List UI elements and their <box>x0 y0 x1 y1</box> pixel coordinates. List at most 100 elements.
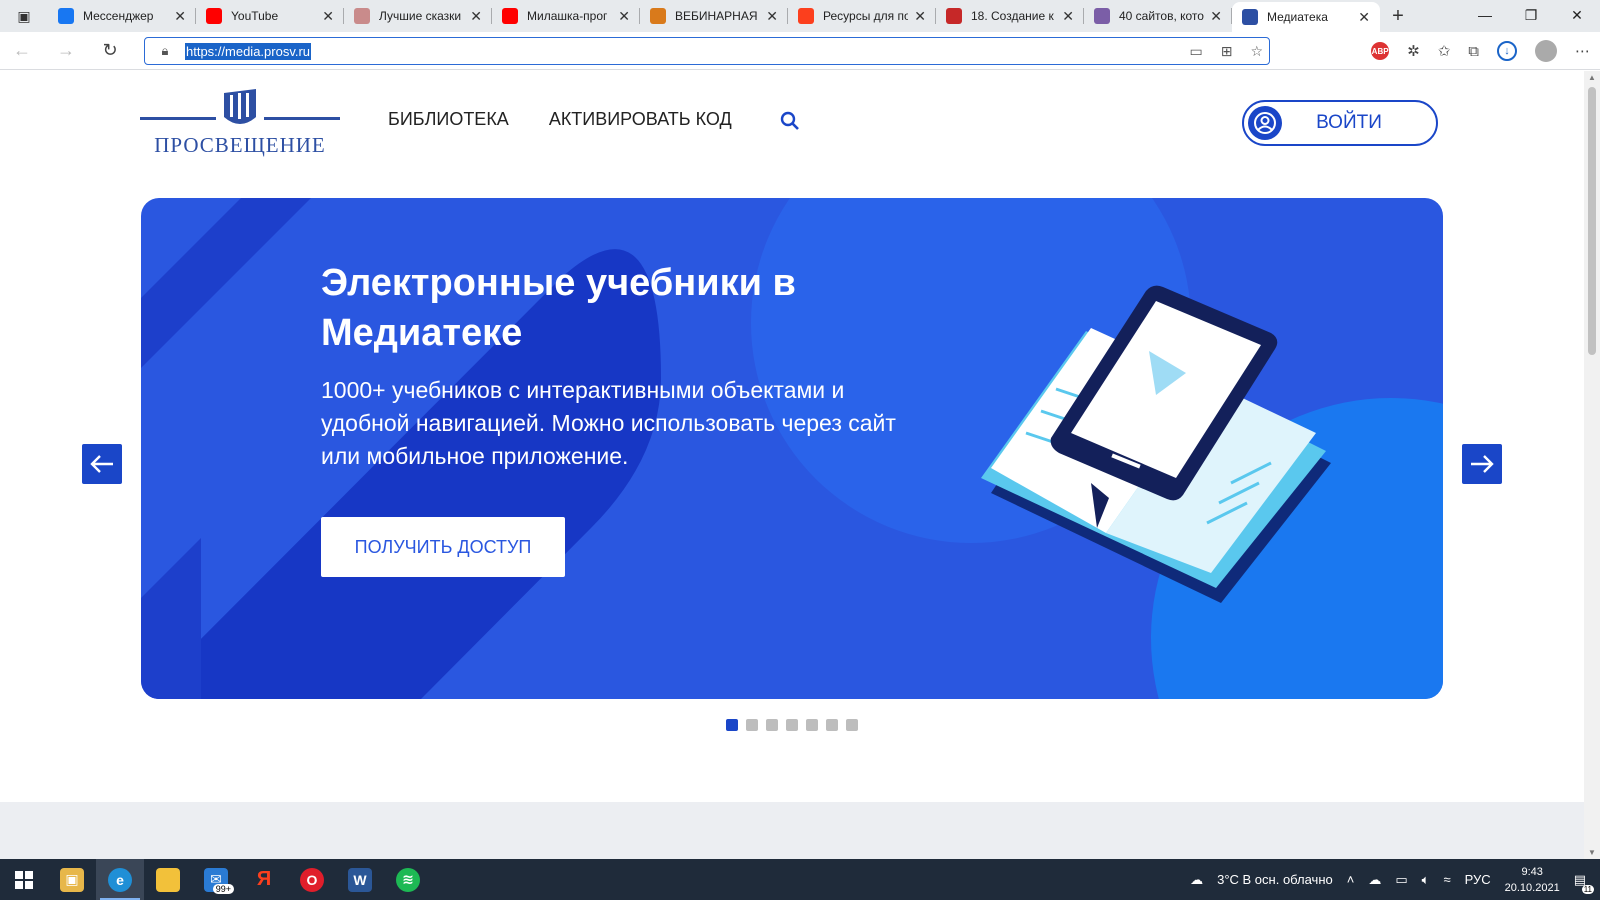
close-tab-icon[interactable]: ✕ <box>322 8 334 25</box>
browser-tab[interactable]: Медиатека ✕ <box>1232 2 1380 32</box>
edge-icon: e <box>108 867 132 892</box>
close-tab-icon[interactable]: ✕ <box>1210 8 1222 25</box>
slider-dot[interactable] <box>726 719 738 731</box>
taskbar-edge[interactable]: e <box>96 859 144 900</box>
new-tab-button[interactable]: + <box>1380 0 1416 32</box>
slider-dot[interactable] <box>766 719 778 731</box>
taskbar-store[interactable]: ▣ <box>48 859 96 900</box>
lock-icon[interactable]: 🔒︎ <box>145 43 185 59</box>
close-tab-icon[interactable]: ✕ <box>174 8 186 25</box>
mail-badge: 99+ <box>212 884 234 894</box>
store-icon: ▣ <box>60 867 84 892</box>
close-tab-icon[interactable]: ✕ <box>766 8 778 25</box>
taskbar-yandex[interactable]: Я <box>240 859 288 900</box>
downloads-icon[interactable]: ↓ <box>1497 41 1517 61</box>
tray-chevron-icon[interactable]: ˄ <box>1347 872 1355 887</box>
notification-count: 11 <box>1581 884 1594 894</box>
language-indicator[interactable]: РУС <box>1465 872 1491 887</box>
youtube-icon <box>206 8 222 24</box>
banner-subtitle: 1000+ учебников с интерактивными объекта… <box>321 377 896 469</box>
slider-next-button[interactable] <box>1462 444 1502 484</box>
address-field[interactable]: 🔒︎ https://media.prosv.ru ▭ ⊞ ☆ <box>144 37 1270 65</box>
yandex-icon: Я <box>256 868 272 890</box>
browser-tab[interactable]: 40 сайтов, кото ✕ <box>1084 0 1232 32</box>
scroll-down-icon[interactable]: ▼ <box>1588 848 1596 857</box>
user-icon <box>1248 106 1282 140</box>
clock[interactable]: 9:43 20.10.2021 <box>1505 864 1560 896</box>
logo-emblem-icon <box>140 89 340 124</box>
scroll-up-icon[interactable]: ▲ <box>1588 73 1596 82</box>
close-tab-icon[interactable]: ✕ <box>470 8 482 25</box>
logo-text: ПРОСВЕЩЕНИЕ <box>154 133 326 157</box>
notifications-icon[interactable]: ▤ 11 <box>1574 872 1594 894</box>
add-favorite-icon[interactable]: ☆ <box>1250 43 1263 60</box>
window-controls: — ❐ ✕ <box>1462 0 1600 30</box>
tab-title: Медиатека <box>1267 10 1328 24</box>
close-tab-icon[interactable]: ✕ <box>618 8 630 25</box>
browser-tab[interactable]: Милашка-прог ✕ <box>492 0 640 32</box>
onedrive-icon[interactable]: ☁ <box>1368 872 1381 888</box>
page-scrollbar[interactable]: ▲ ▼ <box>1584 71 1600 859</box>
refresh-button[interactable]: ↻ <box>88 32 132 70</box>
forward-button[interactable]: → <box>44 32 88 70</box>
taskbar-spotify[interactable]: ≋ <box>384 859 432 900</box>
login-button[interactable]: ВОЙТИ <box>1242 100 1438 146</box>
clock-date: 20.10.2021 <box>1504 881 1560 894</box>
url-text[interactable]: https://media.prosv.ru <box>185 42 312 60</box>
get-access-button[interactable]: ПОЛУЧИТЬ ДОСТУП <box>321 517 565 577</box>
taskbar-word[interactable]: W <box>336 859 384 900</box>
taskbar-explorer[interactable] <box>144 859 192 900</box>
hero-banner: Электронные учебники в Медиатеке 1000+ у… <box>141 198 1443 699</box>
prosv-logo[interactable]: ПРОСВЕЩЕНИЕ <box>140 87 340 159</box>
collections-icon[interactable]: ⧉ <box>1468 43 1479 60</box>
next-section <box>0 802 1584 859</box>
extensions-icon[interactable]: ✲ <box>1407 42 1420 60</box>
volume-icon[interactable]: 🔈︎ <box>1422 872 1430 888</box>
minimize-icon[interactable]: — <box>1462 0 1508 30</box>
browser-tab[interactable]: Лучшие сказки ✕ <box>344 0 492 32</box>
opera-icon: O <box>300 867 324 892</box>
adblock-icon[interactable]: ABP <box>1371 42 1390 60</box>
scrollbar-thumb[interactable] <box>1588 87 1596 355</box>
taskbar-mail[interactable]: ✉ 99+ <box>192 859 240 900</box>
tab-title: Ресурсы для по <box>823 9 909 23</box>
profile-avatar[interactable] <box>1535 40 1557 62</box>
web-page: ПРОСВЕЩЕНИЕ БИБЛИОТЕКА АКТИВИРОВАТЬ КОД … <box>0 71 1584 859</box>
close-tab-icon[interactable]: ✕ <box>914 8 926 25</box>
weather-text[interactable]: 3°C В осн. облачно <box>1217 872 1333 887</box>
nav-library-link[interactable]: БИБЛИОТЕКА <box>388 109 509 130</box>
read-aloud-icon[interactable]: ▭ <box>1189 43 1202 60</box>
apps-icon[interactable]: ⊞ <box>1221 43 1233 60</box>
favorites-icon[interactable]: ✩ <box>1438 42 1451 60</box>
close-tab-icon[interactable]: ✕ <box>1062 8 1074 25</box>
phone-book-illustration <box>981 285 1331 603</box>
slider-dot[interactable] <box>786 719 798 731</box>
slider-prev-button[interactable] <box>82 444 122 484</box>
site-icon <box>1094 8 1110 24</box>
slider-dot[interactable] <box>806 719 818 731</box>
nav-activate-code-link[interactable]: АКТИВИРОВАТЬ КОД <box>549 109 732 130</box>
tab-actions-icon[interactable]: ▣ <box>0 0 48 32</box>
browser-tab[interactable]: Мессенджер ✕ <box>48 0 196 32</box>
battery-icon[interactable]: ▭ <box>1395 872 1407 888</box>
address-toolbar: ← → ↻ 🔒︎ https://media.prosv.ru ▭ ⊞ ☆ AB… <box>0 32 1600 70</box>
browser-tab[interactable]: Ресурсы для по ✕ <box>788 0 936 32</box>
back-button[interactable]: ← <box>0 32 44 70</box>
slider-dot[interactable] <box>746 719 758 731</box>
close-tab-icon[interactable]: ✕ <box>1358 9 1370 26</box>
search-icon[interactable] <box>780 111 800 136</box>
webinar-icon <box>650 8 666 24</box>
more-menu-icon[interactable]: ⋯ <box>1575 42 1590 60</box>
tab-title: YouTube <box>231 9 279 23</box>
close-window-icon[interactable]: ✕ <box>1554 0 1600 30</box>
restore-icon[interactable]: ❐ <box>1508 0 1554 30</box>
weather-icon[interactable]: ☁ <box>1190 872 1203 888</box>
taskbar-opera[interactable]: O <box>288 859 336 900</box>
slider-dot[interactable] <box>846 719 858 731</box>
browser-tab[interactable]: 18. Создание к ✕ <box>936 0 1084 32</box>
wifi-icon[interactable]: ≈ <box>1443 872 1450 887</box>
browser-tab[interactable]: ВЕБИНАРНАЯ ✕ <box>640 0 788 32</box>
start-button[interactable] <box>0 859 48 900</box>
browser-tab[interactable]: YouTube ✕ <box>196 0 344 32</box>
slider-dot[interactable] <box>826 719 838 731</box>
